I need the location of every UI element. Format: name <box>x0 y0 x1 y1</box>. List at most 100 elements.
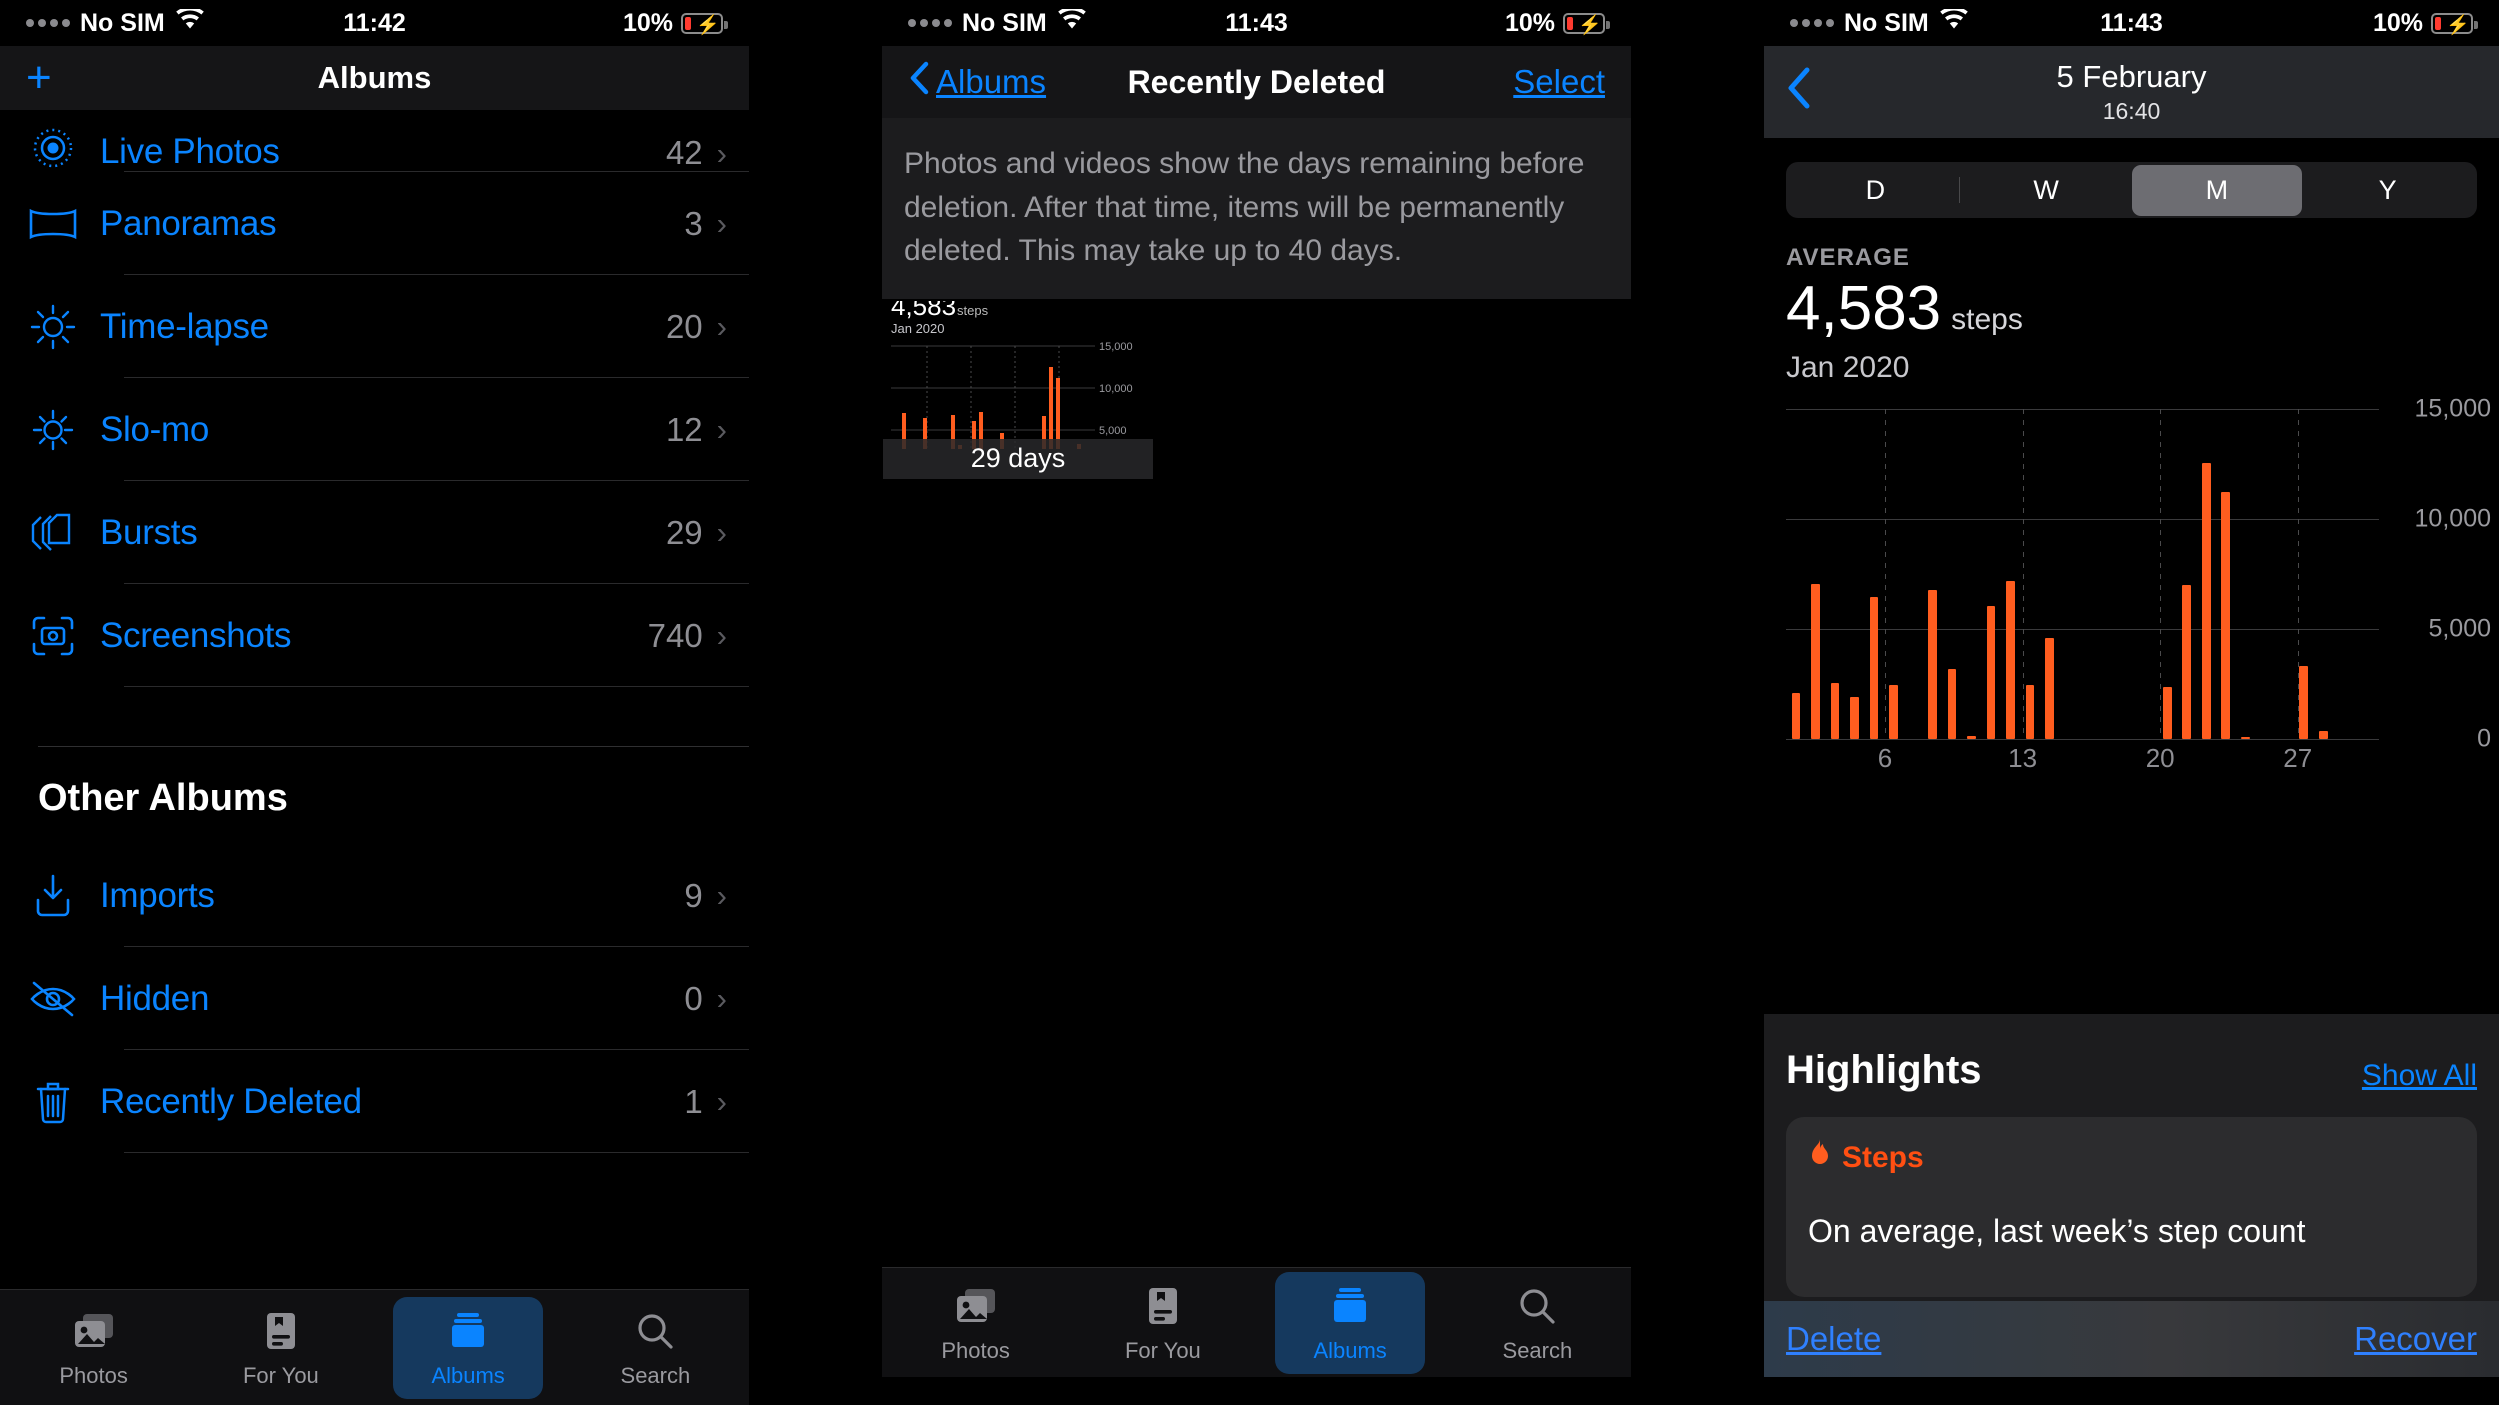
chevron-right-icon: › <box>716 136 727 171</box>
wifi-icon <box>1939 6 1969 38</box>
tab-label: Albums <box>431 1362 505 1388</box>
y-tick-10000: 10,000 <box>2414 504 2491 533</box>
album-row-panoramas[interactable]: Panoramas 3 › <box>0 172 749 275</box>
highlight-card-steps[interactable]: Steps On average, last week’s step count <box>1786 1117 2477 1297</box>
status-bar-panel1: No SIM 11:42 10% ⚡ <box>0 0 749 46</box>
chevron-right-icon: › <box>716 411 727 447</box>
album-row-bursts[interactable]: Bursts 29 › <box>0 481 749 584</box>
three-phone-screenshots: No SIM 11:42 10% ⚡ + Albums Live Photos … <box>0 0 2499 1405</box>
tab-albums[interactable]: Albums <box>393 1296 544 1399</box>
album-row-time-lapse[interactable]: Time-lapse 20 › <box>0 275 749 378</box>
highlight-category-row: Steps <box>1808 1139 2455 1177</box>
highlights-title: Highlights <box>1786 1048 1982 1092</box>
battery-charging-icon: ⚡ <box>681 12 728 36</box>
x-tick-20: 20 <box>2145 742 2175 773</box>
album-count: 29 <box>665 513 703 551</box>
show-all-button[interactable]: Show All <box>2362 1059 2477 1093</box>
for-you-icon <box>265 1307 297 1355</box>
album-count: 3 <box>684 204 703 242</box>
average-label: AVERAGE <box>1786 244 1910 271</box>
segment-month[interactable]: M <box>2131 164 2303 216</box>
album-row-hidden[interactable]: Hidden 0 › <box>0 947 749 1050</box>
average-unit: steps <box>1951 303 2023 336</box>
trash-icon <box>22 1079 84 1125</box>
tab-search[interactable]: Search <box>1462 1272 1612 1374</box>
album-row-screenshots[interactable]: Screenshots 740 › <box>0 584 749 687</box>
x-tick-13: 13 <box>2008 742 2038 773</box>
chevron-right-icon: › <box>716 514 727 550</box>
status-bar-right: 10% ⚡ <box>2132 8 2478 38</box>
tab-photos[interactable]: Photos <box>901 1272 1051 1374</box>
segment-day[interactable]: D <box>1790 165 1961 216</box>
tab-for-you[interactable]: For You <box>1088 1272 1238 1374</box>
range-segmented-control[interactable]: D W M Y <box>1786 162 2477 218</box>
for-you-icon <box>1147 1282 1179 1330</box>
status-bar-left: No SIM <box>26 6 375 38</box>
back-button[interactable] <box>1786 66 1812 118</box>
delete-button[interactable]: Delete <box>1786 1320 1881 1358</box>
chevron-right-icon: › <box>716 877 727 913</box>
page-title: Albums <box>317 60 432 95</box>
album-label: Screenshots <box>100 615 292 655</box>
panel-recently-deleted: No SIM 11:43 10% ⚡ Albums Recently Delet <box>882 0 1631 1405</box>
album-count: 9 <box>684 876 703 914</box>
battery-charging-icon: ⚡ <box>1563 12 1610 36</box>
panorama-icon <box>22 206 84 242</box>
chart-plot-area: 15,000 10,000 5,000 0 <box>1786 394 2491 752</box>
album-row-live-photos[interactable]: Live Photos 42 › <box>0 110 749 172</box>
status-bar-right: 10% ⚡ <box>1257 9 1610 38</box>
album-count: 0 <box>684 979 703 1017</box>
signal-dots-icon <box>1790 19 1834 27</box>
deleted-item-thumbnail[interactable]: 4,583 steps Jan 2020 15,00010,0005,0000 <box>883 300 1153 479</box>
album-count: 740 <box>647 616 703 654</box>
album-label: Imports <box>100 875 215 915</box>
album-count: 42 <box>665 134 703 171</box>
action-bar: Delete Recover <box>1764 1301 2499 1377</box>
album-row-slo-mo[interactable]: Slo-mo 12 › <box>0 378 749 481</box>
y-tick-0: 0 <box>2477 724 2491 753</box>
x-tick-27: 27 <box>2283 742 2313 773</box>
x-tick-6: 6 <box>1877 742 1893 773</box>
tab-label: Search <box>620 1362 691 1388</box>
chart-bars <box>1788 409 2379 739</box>
back-label: Albums <box>936 63 1047 100</box>
album-label: Bursts <box>100 512 198 552</box>
album-label: Recently Deleted <box>100 1081 362 1121</box>
tab-albums[interactable]: Albums <box>1275 1271 1426 1374</box>
section-divider <box>0 687 749 747</box>
album-label: Hidden <box>100 978 210 1018</box>
home-indicator-area <box>1764 1377 2499 1405</box>
average-block: AVERAGE 4,583 steps Jan 2020 <box>1764 218 2499 385</box>
chevron-right-icon: › <box>716 617 727 653</box>
album-count: 1 <box>684 1082 703 1120</box>
album-row-recently-deleted[interactable]: Recently Deleted 1 › <box>0 1050 749 1153</box>
y-tick-15000: 15,000 <box>2414 394 2491 423</box>
svg-text:15,000: 15,000 <box>1099 341 1133 353</box>
battery-charging-icon: ⚡ <box>2431 12 2478 36</box>
tab-for-you[interactable]: For You <box>206 1297 356 1399</box>
tab-label: For You <box>242 1362 319 1388</box>
back-to-albums-button[interactable]: Albums <box>908 61 1046 103</box>
chevron-left-icon <box>908 61 930 103</box>
tab-photos[interactable]: Photos <box>19 1297 169 1399</box>
carrier-label: No SIM <box>80 8 165 37</box>
album-row-imports[interactable]: Imports 9 › <box>0 844 749 947</box>
steps-bar-chart[interactable]: 15,000 10,000 5,000 0 <box>1786 394 2499 752</box>
album-count: 20 <box>665 307 703 345</box>
select-button[interactable]: Select <box>1513 63 1605 101</box>
deleted-items-grid: 4,583 steps Jan 2020 15,00010,0005,0000 <box>882 300 1631 479</box>
status-bar-left: No SIM <box>1790 6 2132 38</box>
signal-dots-icon <box>26 19 70 27</box>
tab-search[interactable]: Search <box>580 1297 730 1399</box>
recover-button[interactable]: Recover <box>2354 1320 2477 1358</box>
segment-year[interactable]: Y <box>2302 165 2473 216</box>
chevron-right-icon: › <box>716 980 727 1016</box>
live-photos-icon <box>22 124 84 172</box>
highlight-category-label: Steps <box>1842 1141 1924 1174</box>
segment-week[interactable]: W <box>1961 165 2132 216</box>
average-value: 4,583 <box>1786 274 1942 343</box>
bursts-icon <box>22 511 84 555</box>
import-icon <box>22 873 84 919</box>
battery-percent-label: 10% <box>2372 8 2423 37</box>
wifi-icon <box>175 6 205 38</box>
